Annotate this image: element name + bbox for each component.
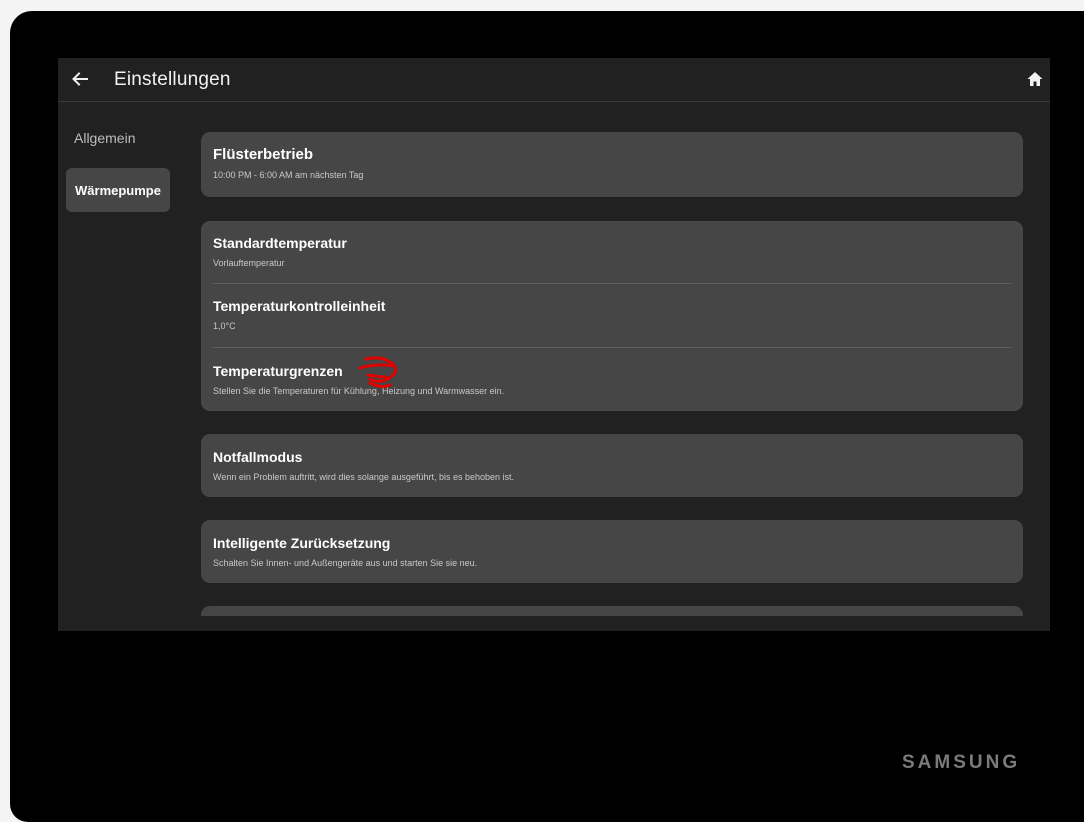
setting-emergency-mode[interactable]: Notfallmodus Wenn ein Problem auftritt, … — [201, 434, 1023, 497]
setting-standard-temperature[interactable]: Standardtemperatur Vorlauftemperatur — [201, 221, 1023, 284]
sidebar-item-label: Allgemein — [74, 130, 136, 146]
settings-card-temperature: Standardtemperatur Vorlauftemperatur Tem… — [201, 221, 1023, 411]
setting-smart-reset[interactable]: Intelligente Zurücksetzung Schalten Sie … — [201, 520, 1023, 583]
settings-card-smart-reset: Intelligente Zurücksetzung Schalten Sie … — [201, 520, 1023, 583]
setting-temperature-unit[interactable]: Temperaturkontrolleinheit 1,0°C — [201, 284, 1023, 348]
setting-temperature-limits[interactable]: Temperaturgrenzen Stellen Sie die Temper… — [201, 348, 1023, 411]
setting-subtitle: Stellen Sie die Temperaturen für Kühlung… — [213, 386, 505, 396]
settings-card-whisper: Flüsterbetrieb 10:00 PM - 6:00 AM am näc… — [201, 132, 1023, 197]
setting-title: Temperaturkontrolleinheit — [213, 298, 386, 314]
page-title: Einstellungen — [114, 69, 231, 90]
top-app-bar: Einstellungen — [58, 58, 1050, 102]
setting-title: Temperaturgrenzen — [213, 363, 343, 379]
setting-subtitle: 10:00 PM - 6:00 AM am nächsten Tag — [213, 170, 364, 180]
setting-subtitle: Wenn ein Problem auftritt, wird dies sol… — [213, 472, 515, 482]
setting-whisper-mode[interactable]: Flüsterbetrieb 10:00 PM - 6:00 AM am näc… — [201, 132, 1023, 197]
setting-title: Standardtemperatur — [213, 235, 347, 251]
setting-title: Flüsterbetrieb — [213, 146, 314, 163]
samsung-logo: SAMSUNG — [902, 752, 1021, 773]
setting-title: Notfallmodus — [213, 449, 303, 465]
setting-subtitle: Schalten Sie Innen- und Außengeräte aus … — [213, 558, 478, 568]
setting-subtitle: Vorlauftemperatur — [213, 258, 285, 268]
sidebar-item-waermepumpe[interactable]: Wärmepumpe — [66, 168, 170, 212]
setting-title: Intelligente Zurücksetzung — [213, 535, 391, 551]
settings-card-emergency: Notfallmodus Wenn ein Problem auftritt, … — [201, 434, 1023, 497]
arrow-left-icon[interactable] — [70, 69, 90, 89]
scroll-fade-mask — [201, 616, 1023, 631]
sidebar-item-allgemein[interactable]: Allgemein — [74, 130, 135, 146]
device-screen: Einstellungen Allgemein Wärmepumpe Flüst… — [58, 58, 1050, 631]
sidebar-item-label: Wärmepumpe — [75, 182, 161, 198]
setting-subtitle: 1,0°C — [213, 321, 236, 331]
home-icon[interactable] — [1026, 70, 1044, 88]
